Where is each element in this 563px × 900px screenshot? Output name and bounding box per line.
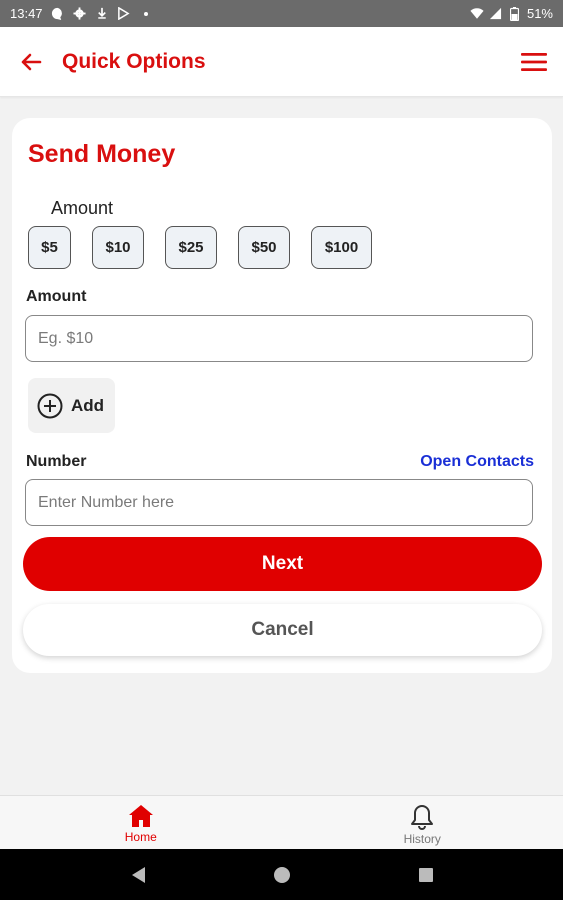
home-icon (128, 805, 153, 827)
menu-button[interactable] (519, 47, 549, 77)
quick-amount-chips: $5 $10 $25 $50 $100 (28, 226, 372, 269)
battery-percent: 51% (526, 6, 553, 21)
next-button[interactable]: Next (23, 537, 542, 591)
plus-circle-icon (37, 393, 63, 418)
send-money-title: Send Money (28, 140, 176, 168)
quick-amount-10[interactable]: $10 (92, 226, 144, 269)
quick-amount-25[interactable]: $25 (165, 226, 217, 269)
page-title: Quick Options (62, 49, 206, 73)
chat-bubble-icon (51, 7, 65, 21)
system-home-button[interactable] (270, 863, 294, 887)
recents-square-icon (418, 867, 433, 882)
signal-icon (489, 7, 503, 21)
system-nav-bar (0, 849, 563, 900)
quick-amount-50[interactable]: $50 (238, 226, 290, 269)
system-back-button[interactable] (126, 863, 150, 887)
wifi-icon (470, 7, 484, 21)
nav-home[interactable]: Home (0, 796, 282, 849)
cancel-button[interactable]: Cancel (23, 604, 542, 656)
back-button[interactable] (16, 47, 46, 77)
dot-icon (139, 7, 153, 21)
status-bar: 13:47 51% (0, 0, 563, 27)
back-triangle-icon (131, 866, 145, 883)
download-icon (95, 7, 109, 21)
home-circle-icon (273, 866, 290, 883)
nav-history-label: History (403, 832, 441, 846)
open-contacts-link[interactable]: Open Contacts (420, 453, 534, 471)
number-input[interactable] (25, 479, 533, 526)
bottom-nav: Home History (0, 795, 563, 849)
amount-input[interactable] (25, 315, 533, 362)
quick-amount-100[interactable]: $100 (311, 226, 372, 269)
bell-icon (411, 805, 434, 830)
app-bar: Quick Options (0, 27, 563, 97)
number-label: Number (26, 453, 87, 470)
amount-label: Amount (26, 288, 87, 305)
send-money-card: Send Money Amount $5 $10 $25 $50 $100 Am… (12, 118, 552, 673)
status-time: 13:47 (10, 6, 43, 21)
nav-home-label: Home (124, 830, 157, 844)
nav-history[interactable]: History (282, 796, 563, 849)
battery-icon (508, 6, 522, 21)
add-label: Add (71, 395, 105, 415)
play-store-icon (117, 7, 131, 21)
quick-amount-label: Amount (51, 198, 114, 218)
arrow-left-icon (21, 53, 42, 70)
quick-amount-5[interactable]: $5 (28, 226, 71, 269)
system-recents-button[interactable] (414, 863, 438, 887)
add-button[interactable]: Add (28, 378, 115, 433)
hamburger-menu-icon (521, 52, 547, 71)
settings-gear-icon (73, 7, 87, 21)
